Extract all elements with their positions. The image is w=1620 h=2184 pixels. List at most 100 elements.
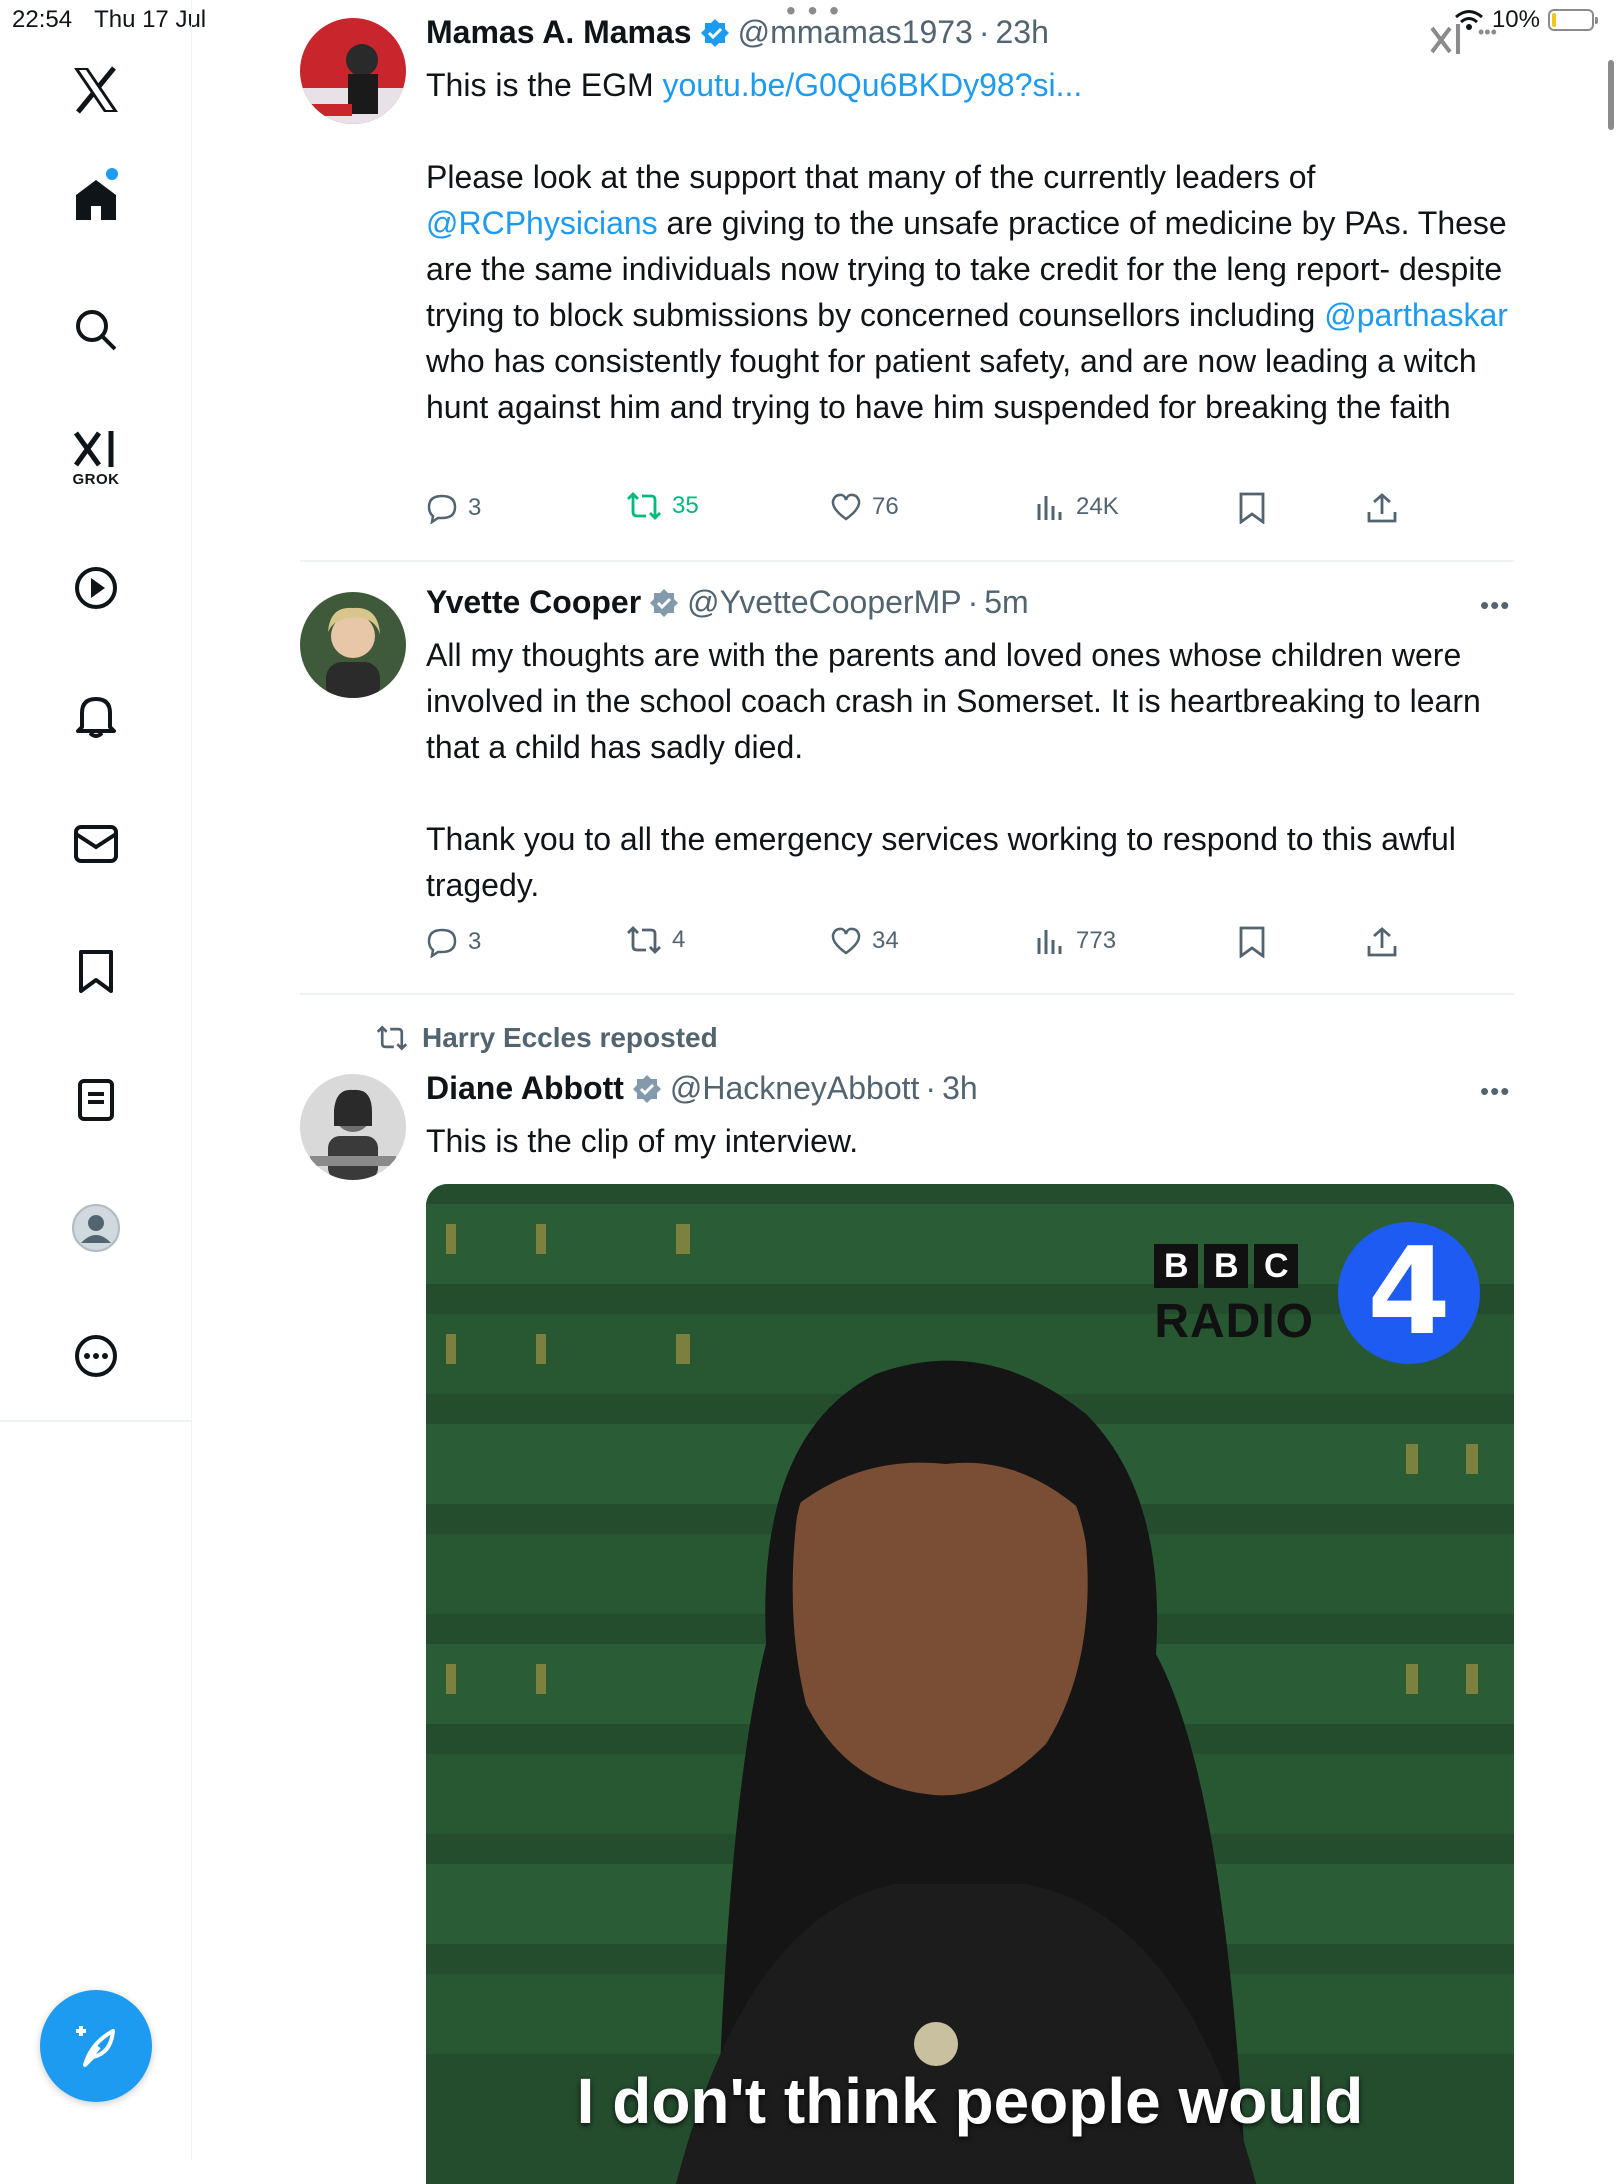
repost-count: 4 (672, 926, 686, 953)
tweet-paragraph: Thank you to all the emergency services … (426, 821, 1456, 903)
play-circle-icon (75, 567, 117, 609)
avatar[interactable] (300, 18, 406, 124)
reply-button[interactable]: 3 (426, 926, 481, 958)
like-count: 76 (872, 493, 899, 520)
tweet-actions: 3 35 76 24K (426, 492, 1514, 532)
like-button[interactable]: 76 (830, 492, 899, 522)
mention-link[interactable]: @RCPhysicians (426, 205, 658, 241)
tweet-header: Mamas A. Mamas @mmamas1973 · 23h (426, 14, 1049, 51)
repost-icon (627, 926, 661, 954)
sidebar: GROK (0, 0, 192, 2160)
video-caption: I don't think people would (576, 2065, 1364, 2137)
grok-label: GROK (72, 470, 120, 488)
bbc-radio-logo: BBC RADIO (1154, 1244, 1314, 1349)
bookmark-icon (79, 950, 113, 993)
repost-button[interactable]: 35 (626, 492, 699, 520)
tweet-divider (300, 993, 1514, 995)
bookmark-icon (1239, 926, 1265, 958)
reply-icon (427, 494, 457, 524)
share-button[interactable] (1366, 926, 1398, 958)
author-handle[interactable]: @HackneyAbbott (670, 1070, 920, 1107)
bbc-letter: C (1254, 1244, 1299, 1288)
wifi-icon (1454, 10, 1483, 30)
more-circle-icon (75, 1335, 117, 1377)
nav-explore[interactable] (46, 290, 146, 370)
views-chart-icon (1037, 496, 1062, 520)
scrollbar[interactable] (1608, 60, 1614, 130)
bookmark-icon (1239, 492, 1265, 524)
search-icon (76, 310, 117, 351)
tweet-body: All my thoughts are with the parents and… (426, 632, 1514, 908)
author-name[interactable]: Mamas A. Mamas (426, 14, 692, 51)
tweet-paragraph: Please look at the support that many of … (426, 154, 1514, 430)
share-icon (1367, 493, 1397, 523)
avatar[interactable] (300, 592, 406, 698)
avatar[interactable] (300, 1074, 406, 1180)
tweet-header: Diane Abbott @HackneyAbbott · 3h (426, 1070, 978, 1107)
nav-home[interactable] (46, 160, 146, 240)
tweet-body: This is the clip of my interview. (426, 1118, 1514, 1164)
reply-count: 3 (468, 494, 482, 521)
author-handle[interactable]: @YvetteCooperMP (687, 584, 961, 621)
video-media[interactable]: BBC RADIO 4 I don't think people would (426, 1184, 1514, 2184)
nav-messages[interactable] (46, 804, 146, 884)
profile-avatar-icon (72, 1204, 120, 1252)
views-button[interactable]: 773 (1036, 926, 1116, 956)
repost-button[interactable]: 4 (626, 926, 685, 954)
tweet-paragraph: This is the EGM youtu.be/G0Qu6BKDy98?si.… (426, 62, 1514, 108)
nav-lists[interactable] (46, 1060, 146, 1140)
status-indicators: 10% (1454, 6, 1598, 34)
views-count: 773 (1076, 927, 1117, 954)
tweet-time[interactable]: 5m (984, 584, 1028, 621)
bbc-letter: B (1154, 1244, 1199, 1288)
tweet-paragraph: This is the clip of my interview. (426, 1123, 859, 1159)
views-button[interactable]: 24K (1036, 492, 1119, 522)
repost-context[interactable]: Harry Eccles reposted (376, 1022, 718, 1054)
tweet-time[interactable]: 23h (995, 14, 1048, 51)
bookmark-button[interactable] (1238, 492, 1266, 524)
verified-badge-icon (650, 588, 679, 617)
nav-bookmarks[interactable] (46, 932, 146, 1012)
nav-video[interactable] (46, 548, 146, 628)
list-document-icon (78, 1079, 114, 1121)
tweet-body: This is the EGM youtu.be/G0Qu6BKDy98?si.… (426, 62, 1514, 430)
bbc-radio-word: RADIO (1154, 1295, 1314, 1348)
tweet-time[interactable]: 3h (942, 1070, 978, 1107)
text-segment: This is the EGM (426, 67, 663, 103)
battery-percent: 10% (1491, 6, 1540, 33)
verified-badge-icon (632, 1074, 661, 1103)
nav-profile[interactable] (46, 1188, 146, 1268)
author-handle[interactable]: @mmamas1973 (738, 14, 973, 51)
battery-icon (1548, 9, 1598, 31)
sidebar-divider (0, 1420, 192, 1422)
author-name[interactable]: Diane Abbott (426, 1070, 624, 1107)
nav-grok[interactable]: GROK (46, 418, 146, 498)
heart-icon (831, 493, 861, 521)
mail-icon (74, 825, 118, 863)
nav-more[interactable] (46, 1316, 146, 1396)
tweet-link[interactable]: youtu.be/G0Qu6BKDy98?si... (663, 67, 1083, 103)
reply-button[interactable]: 3 (426, 492, 481, 524)
more-options-icon[interactable]: ••• (1480, 1076, 1510, 1107)
tweet-divider (300, 560, 1514, 562)
separator-dot: · (925, 1070, 937, 1106)
like-button[interactable]: 34 (830, 926, 899, 956)
battery-fill (1552, 13, 1556, 27)
views-chart-icon (1037, 930, 1062, 954)
nav-notifications[interactable] (46, 676, 146, 756)
x-logo-icon[interactable] (46, 50, 146, 130)
repost-icon (627, 492, 661, 520)
repost-icon (376, 1025, 408, 1051)
share-button[interactable] (1366, 492, 1398, 524)
home-notification-dot (106, 168, 118, 180)
compose-post-button[interactable] (40, 1990, 152, 2102)
author-name[interactable]: Yvette Cooper (426, 584, 641, 621)
reply-count: 3 (468, 928, 482, 955)
bell-icon (76, 697, 116, 738)
more-options-icon[interactable]: ••• (1480, 590, 1510, 621)
mention-link[interactable]: @parthaskar (1324, 297, 1508, 333)
bookmark-button[interactable] (1238, 926, 1266, 958)
repost-count: 35 (672, 492, 699, 519)
heart-icon (831, 927, 861, 955)
compose-feather-icon (76, 2026, 115, 2067)
